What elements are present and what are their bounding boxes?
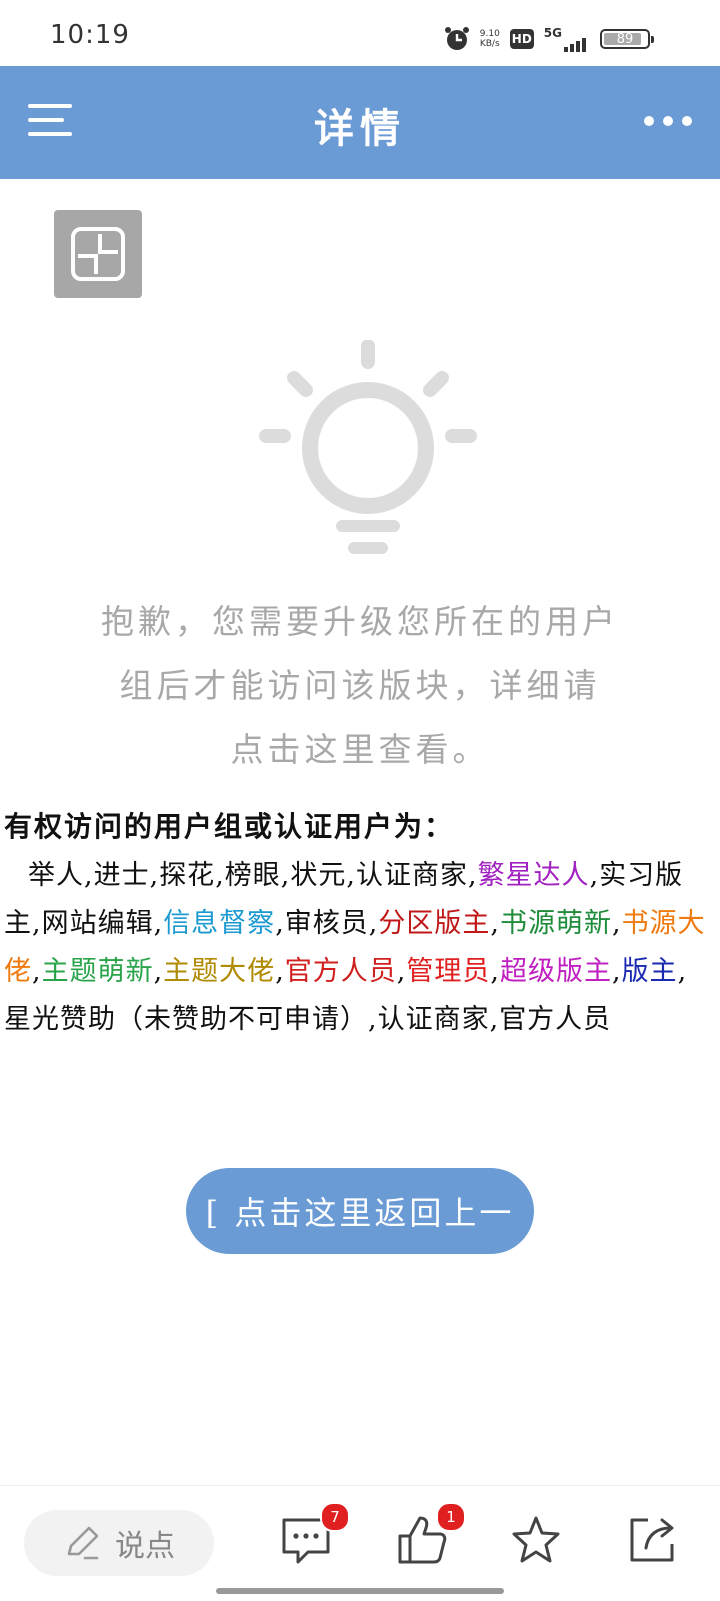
user-group-label: 管理员 <box>406 956 491 987</box>
notice-line: 抱歉，您需要升级您所在的用户 <box>101 602 619 641</box>
user-group-label: 举人 <box>28 860 84 891</box>
separator: , <box>280 860 291 891</box>
user-group-label: 榜眼 <box>224 860 281 891</box>
separator: , <box>611 908 622 939</box>
net-speed: 9.10 KB/s <box>480 29 500 49</box>
favorite-button[interactable] <box>510 1514 562 1566</box>
broken-image-icon <box>54 210 142 298</box>
comment-count-badge: 7 <box>320 1502 350 1532</box>
separator: , <box>396 956 407 987</box>
user-group-label: 网站编辑 <box>41 908 154 939</box>
lightbulb-icon <box>259 340 477 554</box>
user-group-label: 进士 <box>93 860 150 891</box>
more-icon-dot <box>682 116 692 126</box>
back-button[interactable]: [ 点击这里返回上一 <box>186 1168 534 1254</box>
allowed-groups-list: 举人,进士,探花,榜眼,状元,认证商家,繁星达人,实习版主,网站编辑,信息督察,… <box>4 852 712 1044</box>
separator: , <box>368 908 379 939</box>
pencil-icon <box>67 1526 99 1560</box>
net-speed-unit: KB/s <box>479 39 500 49</box>
user-group-label: 信息督察 <box>163 908 276 939</box>
user-group-label: 认证商家 <box>355 860 468 891</box>
separator: , <box>368 1004 378 1035</box>
app-bar: 详情 <box>0 66 720 179</box>
more-options-button[interactable] <box>644 116 692 126</box>
status-time: 10:19 <box>50 20 130 50</box>
separator: , <box>153 956 164 987</box>
user-group-label: 版主 <box>621 956 678 987</box>
battery-tip <box>651 36 654 43</box>
allowed-groups-title: 有权访问的用户组或认证用户为： <box>4 810 455 843</box>
separator: , <box>32 956 42 987</box>
comment-placeholder: 说点 <box>115 1529 175 1564</box>
more-icon-dot <box>663 116 673 126</box>
signal-label: 5G <box>543 26 562 40</box>
separator: , <box>275 908 285 939</box>
separator: , <box>677 956 688 987</box>
user-group-label: 官方人员 <box>499 1004 612 1035</box>
separator: , <box>346 860 356 891</box>
user-group-label: 认证商家 <box>377 1004 490 1035</box>
separator: , <box>611 956 622 987</box>
separator: , <box>490 956 500 987</box>
share-icon <box>630 1518 674 1562</box>
like-count-badge: 1 <box>436 1502 466 1532</box>
user-group-label: 主题萌新 <box>41 956 154 987</box>
page-title: 详情 <box>314 105 406 152</box>
separator: , <box>467 860 478 891</box>
status-icons: 9.10 KB/s HD 5G 89 <box>444 24 654 54</box>
notice-line: 组后才能访问该版块，详细请 <box>119 666 601 705</box>
comments-button[interactable]: 7 <box>280 1502 350 1566</box>
comment-input[interactable]: 说点 <box>24 1510 214 1576</box>
like-button[interactable]: 1 <box>396 1502 466 1566</box>
separator: , <box>153 908 164 939</box>
share-button[interactable] <box>626 1514 678 1566</box>
user-group-label: 书源萌新 <box>499 908 612 939</box>
hd-icon: HD <box>509 29 534 49</box>
alarm-icon <box>444 27 469 50</box>
home-indicator[interactable] <box>216 1588 504 1594</box>
permission-notice[interactable]: 抱歉，您需要升级您所在的用户 组后才能访问该版块，详细请 点击这里查看。 <box>80 590 640 782</box>
status-bar: 10:19 9.10 KB/s HD 5G 89 <box>0 0 720 66</box>
signal-5g-icon: 5G <box>544 26 590 52</box>
separator: , <box>589 860 600 891</box>
user-group-label: 繁星达人 <box>477 860 590 891</box>
user-group-label: 官方人员 <box>284 956 397 987</box>
separator: , <box>32 908 42 939</box>
user-group-label: 分区版主 <box>378 908 491 939</box>
notice-line: 点击这里查看。 <box>230 730 490 769</box>
separator: , <box>149 860 160 891</box>
user-group-label: 审核员 <box>284 908 369 939</box>
user-group-label: 状元 <box>290 860 347 891</box>
battery-icon: 89 <box>600 29 654 49</box>
separator: , <box>489 1004 500 1035</box>
net-speed-value: 9.10 <box>479 29 500 39</box>
user-group-label: 探花 <box>159 860 216 891</box>
separator: , <box>490 908 500 939</box>
bottom-action-bar: 说点 7 1 <box>0 1485 720 1601</box>
separator: , <box>84 860 94 891</box>
separator: , <box>215 860 225 891</box>
separator: , <box>275 956 285 987</box>
more-icon-dot <box>644 116 654 126</box>
battery-text: 89 <box>616 31 634 47</box>
star-icon <box>512 1516 560 1563</box>
user-group-label: 超级版主 <box>499 956 612 987</box>
user-group-label: 星光赞助（未赞助不可申请） <box>4 1004 368 1035</box>
user-group-label: 主题大佬 <box>163 956 276 987</box>
